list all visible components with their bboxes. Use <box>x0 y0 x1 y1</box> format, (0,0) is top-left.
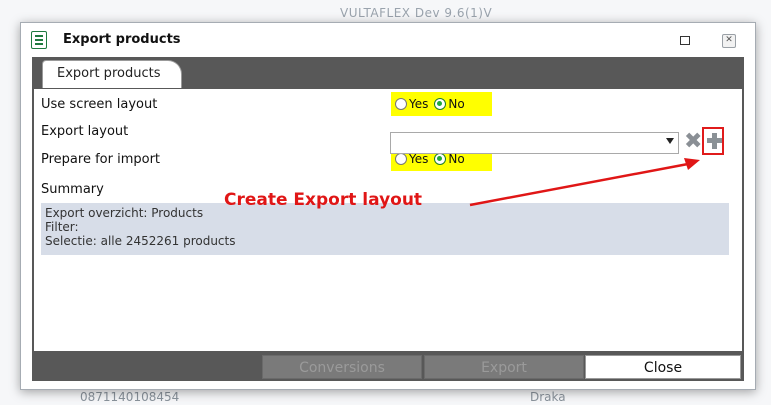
prepare-for-import-no-label[interactable]: No <box>448 152 464 166</box>
add-icon <box>707 132 722 150</box>
export-button[interactable]: Export <box>424 355 584 379</box>
close-icon[interactable]: ✕ <box>722 34 736 48</box>
dialog-footer: Conversions Export Close <box>34 355 742 379</box>
export-layout-select[interactable] <box>390 132 679 154</box>
form-icon <box>31 31 47 49</box>
use-screen-layout-no-radio[interactable] <box>434 98 447 110</box>
dialog-body: Export products Use screen layout Yes No… <box>32 57 744 381</box>
use-screen-layout-yes-radio[interactable] <box>395 98 407 110</box>
dialog-titlebar: Export products ✕ <box>21 23 755 57</box>
background-row-text: Draka <box>530 390 566 404</box>
prepare-for-import-yes-label[interactable]: Yes <box>409 152 428 166</box>
add-export-layout-button[interactable] <box>702 127 724 155</box>
dialog-title: Export products <box>63 32 181 47</box>
remove-icon[interactable]: ✖ <box>684 131 702 153</box>
background-app-title: VULTAFLEX Dev 9.6(1)V <box>340 6 493 20</box>
tab-export-products[interactable]: Export products <box>42 60 182 88</box>
prepare-for-import-label: Prepare for import <box>41 152 161 167</box>
export-layout-label: Export layout <box>41 124 129 139</box>
summary-label: Summary <box>41 182 104 197</box>
annotation-text: Create Export layout <box>224 190 423 210</box>
use-screen-layout-no-label[interactable]: No <box>448 97 464 111</box>
summary-line: Selectie: alle 2452261 products <box>45 234 236 248</box>
maximize-icon[interactable] <box>680 36 690 45</box>
prepare-for-import-no-radio[interactable] <box>434 153 447 165</box>
conversions-button[interactable]: Conversions <box>262 355 422 379</box>
form-panel: Use screen layout Yes No Export layout P… <box>34 89 742 351</box>
summary-box: Export overzicht: Products Filter: Selec… <box>41 203 729 255</box>
use-screen-layout-yes-label[interactable]: Yes <box>409 97 428 111</box>
prepare-for-import-yes-radio[interactable] <box>395 153 407 165</box>
use-screen-layout-radio-group: Yes No <box>391 92 492 116</box>
use-screen-layout-label: Use screen layout <box>41 97 158 112</box>
close-button[interactable]: Close <box>585 355 741 379</box>
background-row-text: 0871140108454 <box>80 390 180 404</box>
summary-line: Filter: <box>45 220 79 234</box>
dropdown-arrow-icon <box>666 138 674 144</box>
